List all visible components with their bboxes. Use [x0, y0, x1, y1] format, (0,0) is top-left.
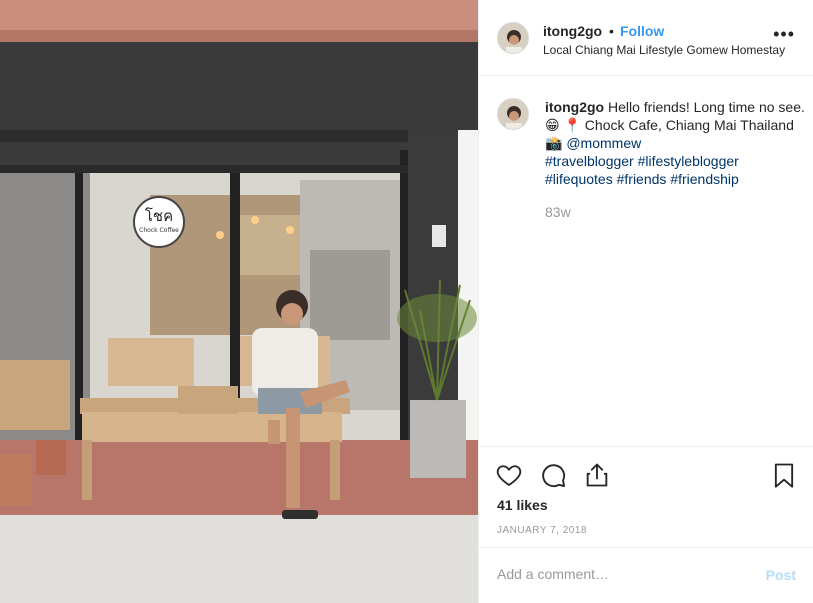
post-header: itong2go • Follow Local Chiang Mai Lifes… [479, 0, 813, 76]
separator-dot: • [609, 23, 614, 39]
post-comment-button[interactable]: Post [766, 567, 796, 583]
author-username[interactable]: itong2go [543, 23, 602, 39]
post-details-panel: itong2go • Follow Local Chiang Mai Lifes… [478, 0, 813, 603]
hashtag-link[interactable]: #travelblogger [545, 153, 634, 169]
author-avatar[interactable] [497, 22, 529, 54]
hashtag-link[interactable]: #lifequotes [545, 171, 613, 187]
heart-icon[interactable] [495, 461, 523, 489]
mention-link[interactable]: @mommew [566, 135, 641, 151]
post-location[interactable]: Local Chiang Mai Lifestyle Gomew Homesta… [543, 43, 785, 57]
share-icon[interactable] [583, 461, 611, 489]
bookmark-icon[interactable] [770, 461, 798, 489]
caption-username[interactable]: itong2go [545, 99, 604, 115]
comment-icon[interactable] [539, 461, 567, 489]
post-photo[interactable]: โชค Chock Coffee [0, 0, 478, 603]
caption-avatar[interactable] [497, 98, 529, 130]
action-bar [479, 446, 813, 502]
hashtag-link[interactable]: #friends [617, 171, 667, 187]
caption-age[interactable]: 83w [545, 204, 571, 220]
post-date: JANUARY 7, 2018 [497, 525, 587, 536]
comment-input[interactable] [497, 566, 737, 582]
caption-text: itong2go Hello friends! Long time no see… [545, 98, 805, 188]
cafe-sign: โชค Chock Coffee [133, 196, 185, 248]
cafe-sign-subtitle: Chock Coffee [139, 227, 179, 234]
cafe-sign-title: โชค [144, 207, 174, 225]
more-horizontal-icon[interactable]: ••• [773, 25, 795, 43]
follow-button[interactable]: Follow [620, 23, 664, 39]
hashtag-link[interactable]: #friendship [670, 171, 739, 187]
like-count[interactable]: 41 likes [497, 497, 548, 513]
hashtag-link[interactable]: #lifestyleblogger [638, 153, 739, 169]
add-comment-bar: Post [479, 547, 813, 603]
caption-block: itong2go Hello friends! Long time no see… [479, 76, 813, 446]
